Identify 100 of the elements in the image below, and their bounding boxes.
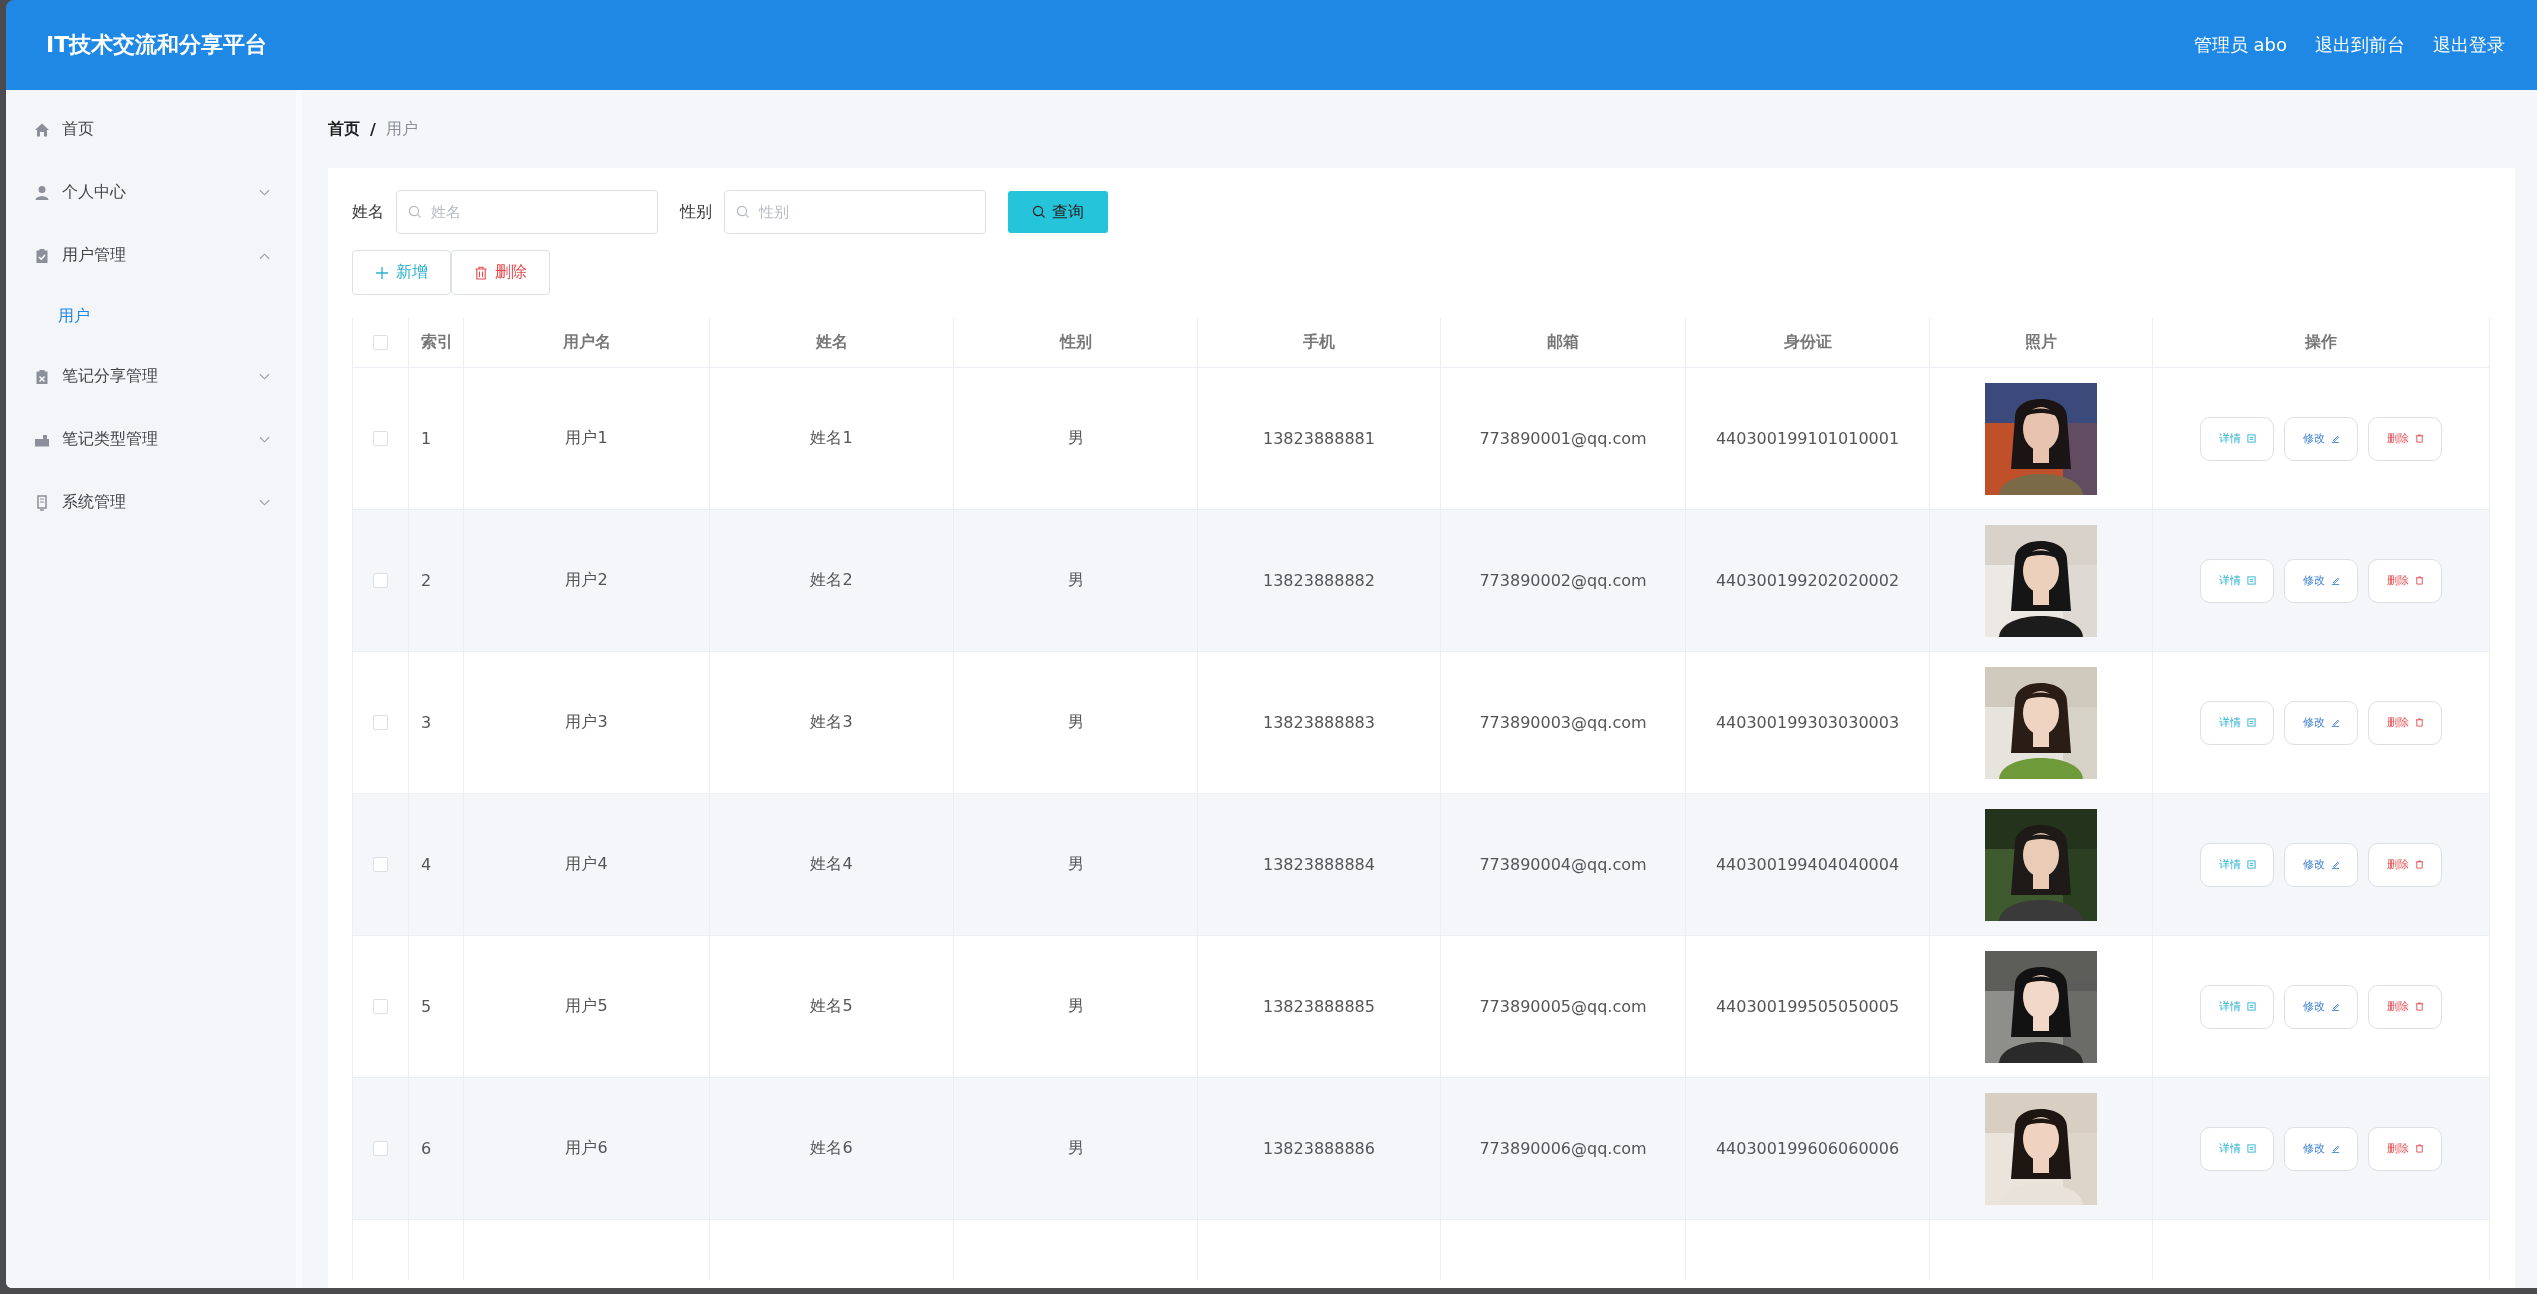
- table-cell: 773890004@qq.com: [1479, 855, 1647, 874]
- delete-button[interactable]: 删除: [2368, 842, 2442, 887]
- edit-button[interactable]: 修改: [2284, 558, 2358, 603]
- table-cell: 6: [421, 1139, 432, 1158]
- table-cell: 2: [421, 571, 432, 590]
- menu-item[interactable]: 笔记分享管理: [6, 345, 296, 408]
- edit-button[interactable]: 修改: [2284, 842, 2358, 887]
- details-button[interactable]: 详情: [2200, 558, 2274, 603]
- menu-item[interactable]: 系统管理: [6, 471, 296, 534]
- breadcrumb-item[interactable]: 首页: [328, 118, 360, 140]
- document-icon: [2246, 718, 2256, 727]
- search-field[interactable]: 姓名: [396, 190, 658, 234]
- delete-button[interactable]: 删除: [2368, 558, 2442, 603]
- table-cell: 姓名2: [810, 570, 853, 591]
- column-header: 照片: [2025, 331, 2057, 353]
- table-cell: 440300199303030003: [1715, 713, 1900, 732]
- menu-item[interactable]: 首页: [6, 98, 296, 161]
- admin-user: 管理员 abo: [2193, 33, 2287, 57]
- edit-button[interactable]: 修改: [2284, 416, 2358, 461]
- submenu-item[interactable]: 用户: [6, 287, 90, 345]
- field-label: 性别: [680, 201, 712, 223]
- details-button[interactable]: 详情: [2200, 416, 2274, 461]
- table-cell: 773890003@qq.com: [1479, 713, 1647, 732]
- checkbox[interactable]: [373, 1141, 388, 1156]
- checkbox[interactable]: [373, 999, 388, 1014]
- home-icon: [34, 121, 50, 138]
- document-icon: [2246, 576, 2256, 585]
- table-cell: 姓名1: [810, 428, 853, 449]
- column-header: 手机: [1303, 331, 1335, 353]
- table-cell: 13823888886: [1263, 1139, 1375, 1158]
- checkbox[interactable]: [373, 431, 388, 446]
- delete-button[interactable]: 删除: [2368, 984, 2442, 1029]
- checkbox[interactable]: [373, 857, 388, 872]
- header-link[interactable]: 退出到前台: [2315, 33, 2405, 57]
- table-cell: 440300199404040004: [1715, 855, 1900, 874]
- pencil-icon: [2330, 576, 2340, 585]
- table-cell: 440300199505050005: [1715, 997, 1900, 1016]
- site-title: IT技术交流和分享平台: [46, 31, 268, 59]
- menu-item[interactable]: 用户管理: [6, 224, 296, 287]
- column-header: 用户名: [562, 331, 611, 353]
- edit-button[interactable]: 修改: [2284, 700, 2358, 745]
- table-cell: 440300199606060006: [1715, 1139, 1900, 1158]
- details-button[interactable]: 详情: [2200, 1126, 2274, 1171]
- pencil-icon: [2330, 860, 2340, 869]
- table-cell: 440300199202020002: [1715, 571, 1900, 590]
- details-button[interactable]: 详情: [2200, 842, 2274, 887]
- checkbox[interactable]: [373, 715, 388, 730]
- clipboard-icon: [34, 247, 50, 264]
- column-header: 性别: [1059, 331, 1092, 353]
- checkbox[interactable]: [373, 334, 388, 350]
- checkbox[interactable]: [373, 573, 388, 588]
- trash-icon: [2414, 576, 2424, 585]
- trash-icon: [474, 265, 488, 280]
- details-button[interactable]: 详情: [2200, 984, 2274, 1029]
- table-cell: 男: [1067, 570, 1084, 591]
- search-icon: [408, 205, 422, 219]
- edit-button[interactable]: 修改: [2284, 1126, 2358, 1171]
- table-cell: 773890005@qq.com: [1479, 997, 1647, 1016]
- delete-button[interactable]: 删除: [2368, 700, 2442, 745]
- breadcrumb-item: 用户: [385, 118, 418, 140]
- column-header: 操作: [2305, 331, 2337, 353]
- table-cell: 用户6: [565, 1138, 608, 1159]
- phone-icon: [34, 494, 50, 511]
- table-cell: 姓名6: [810, 1138, 853, 1159]
- table-cell: 773890002@qq.com: [1479, 571, 1647, 590]
- menu-item[interactable]: 个人中心: [6, 161, 296, 224]
- search-field[interactable]: 性别: [724, 190, 986, 234]
- delete-button[interactable]: 删除: [451, 250, 550, 295]
- add-button[interactable]: 新增: [352, 250, 451, 295]
- delete-button[interactable]: 删除: [2368, 416, 2442, 461]
- document-icon: [2246, 1144, 2256, 1153]
- search-icon: [1032, 205, 1046, 219]
- field-label: 姓名: [352, 201, 384, 223]
- edit-button[interactable]: 修改: [2284, 984, 2358, 1029]
- details-button[interactable]: 详情: [2200, 700, 2274, 745]
- document-icon: [2246, 1002, 2256, 1011]
- table-cell: 13823888884: [1263, 855, 1375, 874]
- table-cell: 用户2: [565, 570, 608, 591]
- clipboard-icon: [34, 368, 50, 385]
- table-cell: 姓名3: [810, 712, 853, 733]
- table-cell: 男: [1067, 996, 1084, 1017]
- table-cell: 1: [421, 429, 432, 448]
- table-cell: 440300199101010001: [1715, 429, 1900, 448]
- document-icon: [2246, 860, 2256, 869]
- pencil-icon: [2330, 1144, 2340, 1153]
- table-cell: 男: [1067, 854, 1084, 875]
- delete-button[interactable]: 删除: [2368, 1126, 2442, 1171]
- table-cell: 773890006@qq.com: [1479, 1139, 1647, 1158]
- search-button[interactable]: 查询: [1008, 191, 1108, 233]
- breadcrumb-separator: /: [370, 119, 376, 139]
- menu-item[interactable]: 笔记类型管理: [6, 408, 296, 471]
- table-cell: 姓名4: [810, 854, 853, 875]
- document-icon: [2246, 434, 2256, 443]
- trash-icon: [2414, 1144, 2424, 1153]
- table-cell: 用户3: [565, 712, 608, 733]
- column-header: 索引: [421, 331, 453, 353]
- table-cell: 用户4: [565, 854, 608, 875]
- table-cell: 3: [421, 713, 432, 732]
- header-link[interactable]: 退出登录: [2433, 33, 2505, 57]
- table-cell: 13823888882: [1263, 571, 1375, 590]
